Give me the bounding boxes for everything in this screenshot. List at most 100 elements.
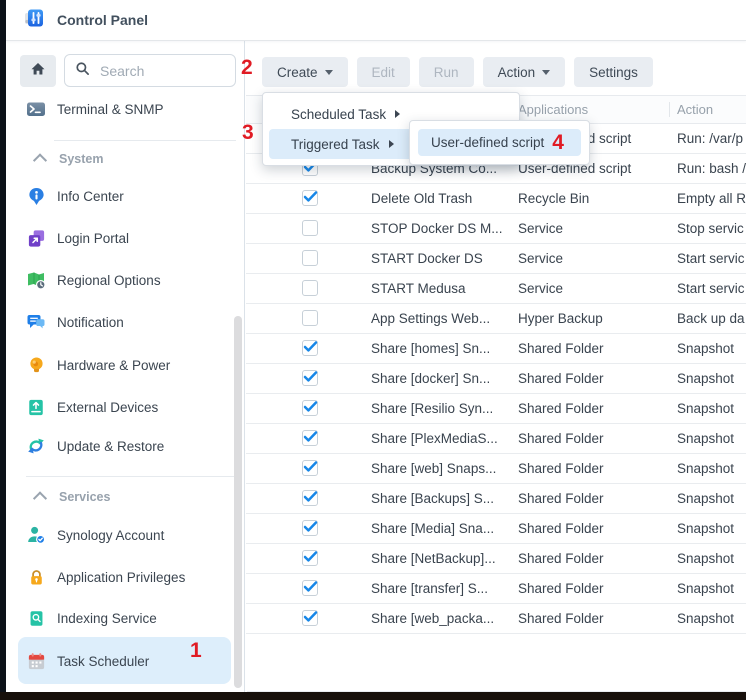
task-enabled-checkbox[interactable] xyxy=(302,550,318,566)
control-panel-window: Control Panel xyxy=(0,0,746,700)
table-row[interactable]: STOP Docker DS M... Service Stop servic xyxy=(246,214,746,244)
annotation-step-2: 2 xyxy=(241,56,253,80)
settings-button-label: Settings xyxy=(589,65,638,80)
task-name-cell: Share [docker] Sn... xyxy=(371,364,515,393)
task-application-cell: Shared Folder xyxy=(518,424,668,453)
table-row[interactable]: Share [docker] Sn... Shared Folder Snaps… xyxy=(246,364,746,394)
annotation-step-4: 4 xyxy=(552,131,564,155)
sidebar-item-hardware-power[interactable]: Hardware & Power xyxy=(26,345,232,385)
task-action-cell: Back up da xyxy=(677,304,746,333)
task-action-cell: Stop servic xyxy=(677,214,746,243)
sidebar-item-application-privileges[interactable]: Application Privileges xyxy=(26,557,232,597)
header-action[interactable]: Action xyxy=(677,96,713,123)
sidebar-item-notification[interactable]: Notification xyxy=(26,302,232,342)
table-row[interactable]: Share [Backups] S... Shared Folder Snaps… xyxy=(246,484,746,514)
task-enabled-checkbox[interactable] xyxy=(302,220,318,236)
run-button[interactable]: Run xyxy=(419,57,474,87)
task-action-cell: Start servic xyxy=(677,274,746,303)
table-row[interactable]: Share [PlexMediaS... Shared Folder Snaps… xyxy=(246,424,746,454)
sidebar-item-label: Regional Options xyxy=(57,273,161,288)
sidebar-item-indexing-service[interactable]: Indexing Service xyxy=(26,598,232,638)
table-row[interactable]: Share [transfer] S... Shared Folder Snap… xyxy=(246,574,746,604)
chevron-up-icon xyxy=(33,153,47,167)
terminal-icon xyxy=(26,99,46,119)
task-enabled-checkbox[interactable] xyxy=(302,250,318,266)
sidebar-item-label: Task Scheduler xyxy=(57,654,149,669)
task-enabled-checkbox[interactable] xyxy=(302,310,318,326)
task-enabled-checkbox[interactable] xyxy=(302,430,318,446)
sidebar-item-label: External Devices xyxy=(57,400,158,415)
table-row[interactable]: Share [Resilio Syn... Shared Folder Snap… xyxy=(246,394,746,424)
task-enabled-checkbox[interactable] xyxy=(302,520,318,536)
table-row[interactable]: Share [homes] Sn... Shared Folder Snapsh… xyxy=(246,334,746,364)
chevron-up-icon xyxy=(33,491,47,505)
task-application-cell: Service xyxy=(518,244,668,273)
task-action-cell: Run: /var/p xyxy=(677,124,746,153)
sidebar-item-update-restore[interactable]: Update & Restore xyxy=(26,426,232,466)
menu-item-label: Scheduled Task xyxy=(291,107,386,122)
column-separator xyxy=(669,102,670,117)
task-enabled-checkbox[interactable] xyxy=(302,340,318,356)
sidebar-divider xyxy=(26,476,238,477)
sidebar-item-label: Terminal & SNMP xyxy=(57,102,164,117)
chevron-down-icon xyxy=(542,70,550,75)
table-row[interactable]: App Settings Web... Hyper Backup Back up… xyxy=(246,304,746,334)
table-row[interactable]: Share [web] Snaps... Shared Folder Snaps… xyxy=(246,454,746,484)
header-applications[interactable]: Applications xyxy=(518,96,588,123)
task-application-cell: Service xyxy=(518,274,668,303)
task-action-cell: Snapshot xyxy=(677,454,746,483)
edit-button[interactable]: Edit xyxy=(357,57,410,87)
sidebar-scrollbar[interactable] xyxy=(234,316,242,688)
annotation-step-1: 1 xyxy=(190,639,202,663)
task-name-cell: Share [PlexMediaS... xyxy=(371,424,515,453)
sidebar-item-login-portal[interactable]: Login Portal xyxy=(26,218,232,258)
table-row[interactable]: Share [NetBackup]... Shared Folder Snaps… xyxy=(246,544,746,574)
sidebar-item-label: Notification xyxy=(57,315,124,330)
task-enabled-checkbox[interactable] xyxy=(302,190,318,206)
task-action-cell: Empty all R xyxy=(677,184,746,213)
task-scheduler-icon xyxy=(26,651,46,671)
indexing-service-icon xyxy=(26,608,46,628)
task-enabled-checkbox[interactable] xyxy=(302,490,318,506)
create-button[interactable]: Create xyxy=(262,57,348,87)
synology-account-icon xyxy=(26,525,46,545)
sidebar-item-info-center[interactable]: Info Center xyxy=(26,176,232,216)
sidebar-item-external-devices[interactable]: External Devices xyxy=(26,387,232,427)
sidebar-item-terminal-snmp[interactable]: Terminal & SNMP xyxy=(26,89,232,129)
settings-button[interactable]: Settings xyxy=(574,57,653,87)
section-services[interactable]: Services xyxy=(35,487,110,507)
sidebar-item-label: Synology Account xyxy=(57,528,164,543)
table-row[interactable]: START Medusa Service Start servic xyxy=(246,274,746,304)
section-system[interactable]: System xyxy=(35,149,103,169)
task-name-cell: STOP Docker DS M... xyxy=(371,214,515,243)
task-enabled-checkbox[interactable] xyxy=(302,370,318,386)
task-application-cell: Shared Folder xyxy=(518,484,668,513)
sidebar-item-label: Update & Restore xyxy=(57,439,164,454)
task-enabled-checkbox[interactable] xyxy=(302,610,318,626)
info-center-icon xyxy=(26,186,46,206)
table-row[interactable]: Delete Old Trash Recycle Bin Empty all R xyxy=(246,184,746,214)
task-table-body: User-defined script Run: /var/p Backup S… xyxy=(246,124,746,634)
action-button[interactable]: Action xyxy=(483,57,566,87)
task-enabled-checkbox[interactable] xyxy=(302,460,318,476)
action-button-label: Action xyxy=(498,65,536,80)
home-button[interactable] xyxy=(20,55,56,87)
task-action-cell: Snapshot xyxy=(677,484,746,513)
task-name-cell: START Docker DS xyxy=(371,244,515,273)
task-action-cell: Snapshot xyxy=(677,544,746,573)
table-row[interactable]: START Docker DS Service Start servic xyxy=(246,244,746,274)
task-enabled-checkbox[interactable] xyxy=(302,280,318,296)
task-name-cell: App Settings Web... xyxy=(371,304,515,333)
task-application-cell: Shared Folder xyxy=(518,544,668,573)
table-row[interactable]: Share [Media] Sna... Shared Folder Snaps… xyxy=(246,514,746,544)
task-name-cell: Share [web_packa... xyxy=(371,604,515,633)
menu-item-user-defined-script[interactable]: User-defined script 4 xyxy=(418,129,581,156)
task-enabled-checkbox[interactable] xyxy=(302,580,318,596)
search-icon xyxy=(75,61,90,81)
sidebar-item-regional-options[interactable]: Regional Options xyxy=(26,260,232,300)
search-input[interactable] xyxy=(98,62,225,80)
table-row[interactable]: Share [web_packa... Shared Folder Snapsh… xyxy=(246,604,746,634)
sidebar-item-synology-account[interactable]: Synology Account xyxy=(26,515,232,555)
task-name-cell: Share [Resilio Syn... xyxy=(371,394,515,423)
task-enabled-checkbox[interactable] xyxy=(302,400,318,416)
